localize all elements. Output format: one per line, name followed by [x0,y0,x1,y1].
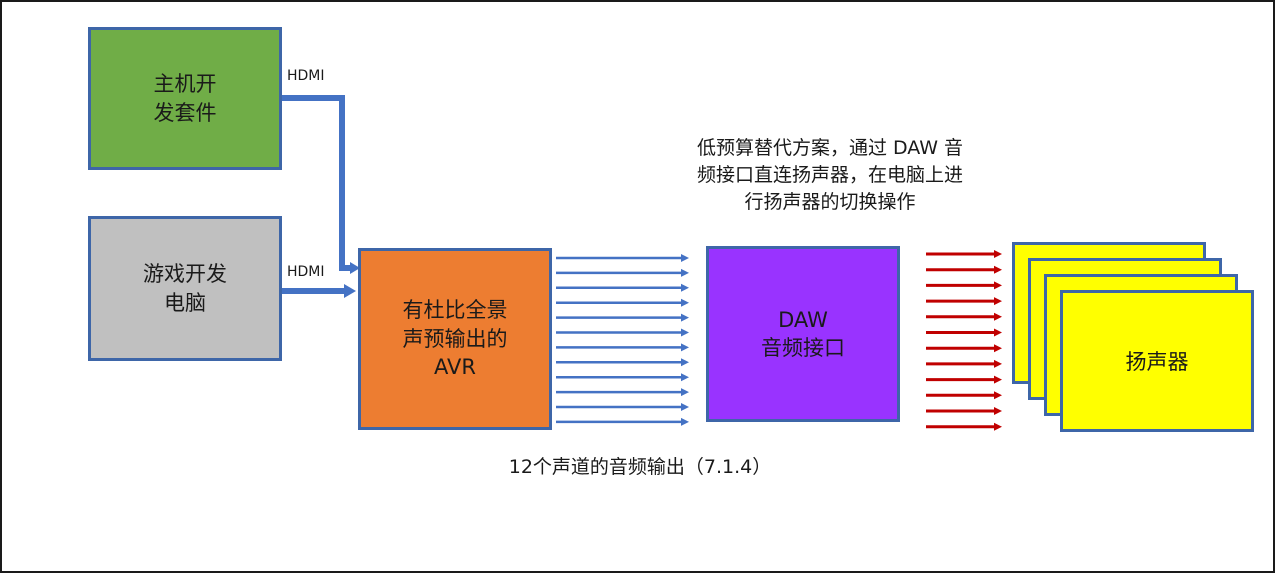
channel-arrow-red-head [994,297,1002,306]
daw-interface-label: DAW 音频接口 [761,307,845,360]
avr-box: 有杜比全景 声预输出的 AVR [358,248,552,430]
hdmi-label-top: HDMI [287,68,325,84]
channel-output-label: 12个声道的音频输出（7.1.4） [508,456,772,478]
channel-arrow-blue-head [681,254,689,262]
console-devkit-label: 主机开 发套件 [153,72,217,125]
channel-arrow-blue-head [681,388,689,397]
channel-arrow-blue-head [681,417,689,426]
channel-arrow-red-head [994,344,1002,353]
avr-label: 有杜比全景 声预输出的 AVR [402,298,508,380]
channel-arrow-blue-head [681,298,689,307]
channel-arrow-blue-head [681,283,689,292]
channel-arrow-red-head [994,407,1002,415]
channel-arrow-red-head [994,312,1002,321]
low-budget-alternative-note: 低预算替代方案，通过 DAW 音 频接口直连扬声器，在电脑上进 行扬声器的切换操… [696,137,964,213]
channel-arrow-red-head [994,328,1002,337]
console-devkit-box: 主机开 发套件 [88,27,282,170]
channel-arrow-red-head [994,281,1002,290]
channel-arrow-red-head [994,265,1002,274]
channel-arrow-blue-head [681,313,689,322]
hdmi-arrowhead-bottom [344,284,356,298]
channel-arrow-blue-head [681,268,689,277]
channel-arrow-red-head [994,391,1002,400]
channel-arrow-blue-head [681,373,689,382]
daw-to-speaker-channel-arrows [926,250,1002,431]
hdmi-label-bottom: HDMI [287,264,325,280]
game-dev-pc-box: 游戏开发 电脑 [88,216,282,361]
speakers-label: 扬声器 [1125,350,1189,374]
channel-arrow-red-head [994,250,1002,258]
avr-to-daw-channel-arrows [556,254,689,426]
hdmi-connector-top [282,95,352,271]
daw-interface-box: DAW 音频接口 [706,246,900,422]
channel-arrow-red-head [994,375,1002,384]
channel-arrow-red-head [994,422,1002,431]
channel-arrow-red-head [994,359,1002,368]
channel-arrow-blue-head [681,343,689,352]
game-dev-pc-label: 游戏开发 电脑 [143,262,227,315]
speakers-box: 扬声器 [1060,290,1254,432]
channel-arrow-blue-head [681,403,689,411]
channel-arrow-blue-head [681,358,689,367]
channel-arrow-blue-head [681,328,689,337]
